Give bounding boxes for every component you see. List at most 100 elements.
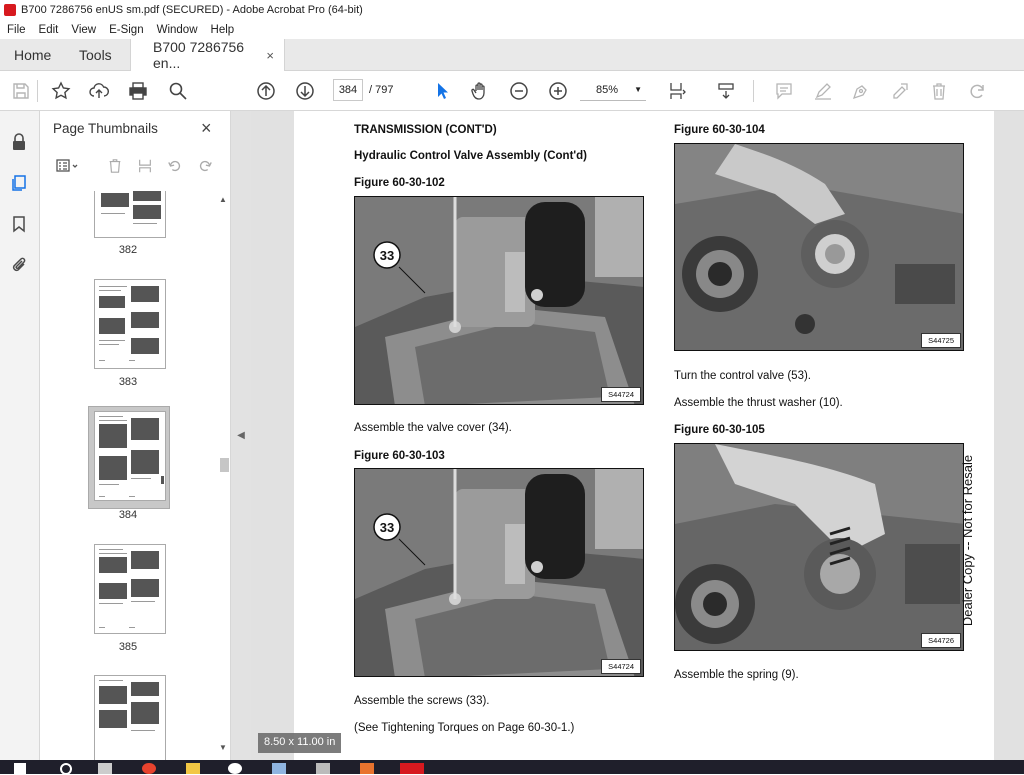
- callout-number: 33: [380, 248, 394, 263]
- windows-start-icon[interactable]: [14, 763, 26, 774]
- page-size-indicator: 8.50 x 11.00 in: [258, 733, 342, 753]
- draw-icon[interactable]: [849, 79, 873, 103]
- app-icon[interactable]: [272, 763, 286, 774]
- app-icon[interactable]: [360, 763, 374, 774]
- chrome-icon[interactable]: [142, 763, 156, 774]
- find-icon[interactable]: [166, 79, 190, 103]
- attachment-icon[interactable]: [8, 254, 30, 276]
- acrobat-taskbar-icon[interactable]: [400, 763, 424, 774]
- instruction-text: Assemble the screws (33).: [354, 695, 490, 707]
- zoom-out-icon[interactable]: [507, 79, 531, 103]
- subsection-heading: Hydraulic Control Valve Assembly (Cont'd…: [354, 150, 587, 162]
- menu-window[interactable]: Window: [150, 24, 204, 36]
- rotate-left-icon[interactable]: [164, 155, 186, 177]
- delete-page-icon[interactable]: [104, 155, 126, 177]
- instruction-text: Assemble the spring (9).: [674, 669, 799, 681]
- menu-edit[interactable]: Edit: [32, 24, 65, 36]
- menu-file[interactable]: File: [0, 24, 32, 36]
- upload-cloud-icon[interactable]: [87, 79, 111, 103]
- figure-code: S44724: [601, 387, 641, 402]
- zoom-value: 85%: [596, 83, 619, 96]
- screws-photo: 33: [355, 469, 643, 676]
- figure-photo: S44725: [674, 143, 964, 351]
- callout-number: 33: [380, 520, 394, 535]
- thumbnail-options-icon[interactable]: [52, 155, 84, 177]
- instruction-text: (See Tightening Torques on Page 60-30-1.…: [354, 722, 575, 734]
- next-page-icon[interactable]: [293, 79, 317, 103]
- zoom-select[interactable]: 85% ▼: [580, 79, 646, 101]
- task-view-icon[interactable]: [98, 763, 112, 774]
- file-explorer-icon[interactable]: [186, 763, 200, 774]
- figure-code: S44724: [601, 659, 641, 674]
- page-thumbnail[interactable]: [94, 279, 166, 369]
- panel-title: Page Thumbnails: [53, 121, 158, 136]
- page-number-input[interactable]: 384: [333, 79, 363, 101]
- thumbnail-label: 382: [118, 244, 138, 256]
- page-thumbnail[interactable]: [94, 675, 166, 760]
- page-thumbnail-selected[interactable]: [94, 411, 166, 501]
- page-thumbnails-icon[interactable]: [8, 172, 30, 194]
- figure-code: S44725: [921, 333, 961, 348]
- instruction-text: Assemble the valve cover (34).: [354, 422, 512, 434]
- tab-document-label: B700 7286756 en...: [153, 39, 245, 71]
- tab-document[interactable]: B700 7286756 en... ×: [130, 39, 285, 71]
- tab-close-button[interactable]: ×: [266, 48, 274, 63]
- redo-icon[interactable]: [966, 79, 990, 103]
- highlight-pen-icon[interactable]: [811, 79, 835, 103]
- pdf-page: TRANSMISSION (CONT'D) Hydraulic Control …: [294, 111, 994, 760]
- spring-photo: [675, 444, 963, 650]
- app-icon[interactable]: [316, 763, 330, 774]
- dealer-watermark: Dealer Copy -- Not for Resale: [960, 454, 976, 626]
- page-fit-icon[interactable]: [666, 79, 690, 103]
- scroll-mode-icon[interactable]: [714, 79, 738, 103]
- bookmark-icon[interactable]: [8, 213, 30, 235]
- window-title: B700 7286756 enUS sm.pdf (SECURED) - Ado…: [21, 4, 363, 16]
- collapse-panel-handle[interactable]: ◀: [231, 111, 251, 760]
- previous-page-icon[interactable]: [254, 79, 278, 103]
- thumbnail-label: 385: [118, 641, 138, 653]
- save-icon[interactable]: [9, 79, 33, 103]
- tab-home[interactable]: Home: [0, 39, 65, 71]
- figure-title: Figure 60-30-103: [354, 450, 445, 462]
- tab-bar: Home Tools B700 7286756 en... ×: [0, 39, 1024, 71]
- valve-cover-photo: 33: [355, 197, 643, 404]
- print-icon[interactable]: [126, 79, 150, 103]
- figure-photo: S44726: [674, 443, 964, 651]
- instruction-text: Turn the control valve (53).: [674, 370, 811, 382]
- menu-esign[interactable]: E-Sign: [102, 24, 150, 36]
- lock-icon[interactable]: [8, 131, 30, 153]
- toolbar-divider: [753, 80, 754, 102]
- figure-title: Figure 60-30-104: [674, 124, 765, 136]
- search-icon[interactable]: [60, 763, 72, 775]
- left-rail: [0, 111, 40, 760]
- select-cursor-icon[interactable]: [430, 79, 454, 103]
- control-valve-photo: [675, 144, 963, 350]
- menu-help[interactable]: Help: [204, 24, 241, 36]
- stamp-icon[interactable]: [888, 79, 912, 103]
- tab-tools[interactable]: Tools: [65, 39, 130, 71]
- thumbnail-label: 383: [118, 376, 138, 388]
- scrollbar-thumb[interactable]: [220, 458, 229, 472]
- extract-page-icon[interactable]: [134, 155, 156, 177]
- star-icon[interactable]: [49, 79, 73, 103]
- acrobat-logo-icon: [4, 4, 16, 16]
- zoom-in-icon[interactable]: [546, 79, 570, 103]
- menu-view[interactable]: View: [64, 24, 102, 36]
- hand-tool-icon[interactable]: [468, 79, 492, 103]
- document-viewer[interactable]: TRANSMISSION (CONT'D) Hydraulic Control …: [251, 111, 1024, 760]
- chevron-left-icon: ◀: [237, 430, 245, 441]
- panel-close-button[interactable]: ×: [201, 118, 212, 139]
- comment-icon[interactable]: [772, 79, 796, 103]
- thumbnail-scrollbar[interactable]: ▲ ▼: [216, 191, 230, 760]
- app-icon[interactable]: [228, 763, 242, 774]
- figure-photo: 33 S44724: [354, 196, 644, 405]
- rotate-right-icon[interactable]: [194, 155, 216, 177]
- delete-icon[interactable]: [927, 79, 951, 103]
- page-thumbnail[interactable]: [94, 544, 166, 634]
- figure-code: S44726: [921, 633, 961, 648]
- scroll-down-icon[interactable]: ▼: [219, 743, 227, 752]
- scroll-up-icon[interactable]: ▲: [219, 195, 227, 204]
- figure-photo: 33 S44724: [354, 468, 644, 677]
- page-thumbnail[interactable]: [94, 191, 166, 238]
- toolbar-divider: [37, 80, 38, 102]
